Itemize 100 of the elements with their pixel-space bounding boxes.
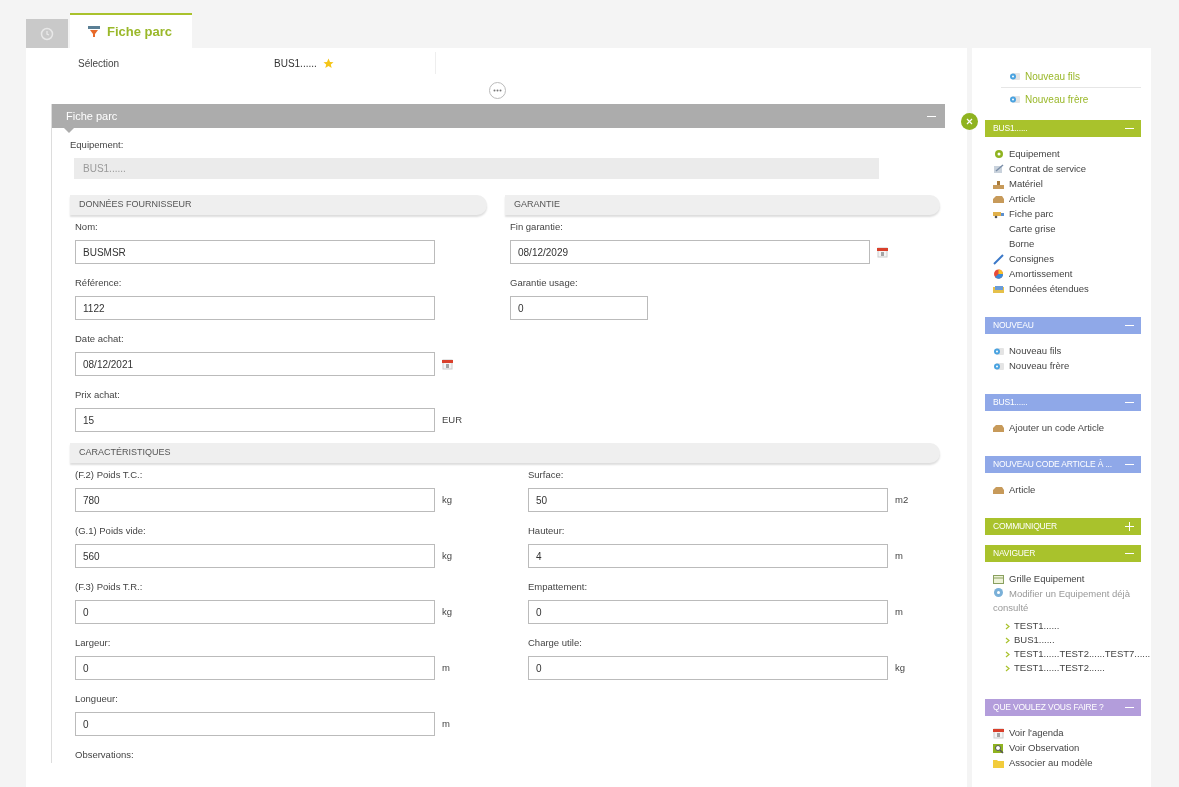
input-field[interactable]: 0: [75, 712, 435, 736]
field-label: Garantie usage:: [510, 275, 579, 290]
section-title: BUS1......: [993, 396, 1028, 409]
field-label: Référence:: [75, 275, 123, 290]
input-field[interactable]: 4: [528, 544, 888, 568]
unit-label: EUR: [442, 412, 463, 427]
field-label: Equipement:: [70, 137, 125, 152]
field-label: Prix achat:: [75, 387, 121, 402]
briefcase-icon: [993, 423, 1004, 434]
funnel-icon: [87, 24, 101, 39]
field-label: Nom:: [75, 219, 99, 234]
section-header: GARANTIE: [505, 195, 940, 215]
sidebar-item[interactable]: Nouveau frère: [993, 359, 1070, 374]
field-label: Hauteur:: [528, 523, 566, 538]
input-field[interactable]: 780: [75, 488, 435, 512]
node-icon: [1009, 93, 1020, 105]
unit-label: m2: [895, 492, 909, 507]
unit-label: m: [442, 716, 450, 731]
field-label: Charge utile:: [528, 635, 583, 650]
equipment-field: BUS1......: [74, 158, 879, 179]
input-field[interactable]: 08/12/2021: [75, 352, 435, 376]
selection-label: Sélection: [78, 56, 121, 71]
input-field[interactable]: 15: [75, 408, 435, 432]
section-header: CARACTÉRISTIQUES: [70, 443, 940, 463]
sidebar-item[interactable]: Carte grise: [993, 222, 1056, 237]
sidebar-item[interactable]: Article: [993, 483, 1036, 498]
sidebar-item[interactable]: Voir l'agenda: [993, 726, 1064, 741]
pie-chart-icon: [993, 269, 1004, 280]
close-button[interactable]: [961, 113, 978, 130]
section-title: QUE VOULEZ VOUS FAIRE ?: [993, 701, 1104, 714]
unit-label: m: [895, 548, 903, 563]
input-field[interactable]: 0: [75, 600, 435, 624]
node-icon: [993, 361, 1004, 372]
sidebar-item[interactable]: Consignes: [993, 252, 1054, 267]
field-label: Surface:: [528, 467, 565, 482]
sidebar-item[interactable]: Nouveau fils: [993, 344, 1062, 359]
sidebar-item[interactable]: Ajouter un code Article: [993, 421, 1105, 436]
field-label: (F.2) Poids T.C.:: [75, 467, 144, 482]
field-label: Fin garantie:: [510, 219, 564, 234]
section-title: NOUVEAU CODE ARTICLE À ...: [993, 458, 1112, 471]
sidebar-item[interactable]: Voir Observation: [993, 741, 1080, 756]
field-label: Date achat:: [75, 331, 125, 346]
input-field[interactable]: 1122: [75, 296, 435, 320]
input-field[interactable]: 0: [528, 600, 888, 624]
input-field[interactable]: 0: [528, 656, 888, 680]
section-title: NAVIGUER: [993, 547, 1036, 560]
node-icon: [1009, 71, 1020, 82]
sidebar-item[interactable]: Données étendues: [993, 282, 1089, 297]
field-label: (F.3) Poids T.R.:: [75, 579, 144, 594]
disc-icon: [993, 587, 1004, 598]
input-field[interactable]: 08/12/2029: [510, 240, 870, 264]
document-icon: [993, 164, 1004, 175]
folder-icon: [993, 284, 1004, 295]
history-tab[interactable]: [26, 19, 68, 48]
sidebar-item[interactable]: Fiche parc: [993, 207, 1054, 222]
unit-label: m: [442, 660, 450, 675]
panel-title: Fiche parc: [66, 108, 118, 124]
section-title: COMMUNIQUER: [993, 520, 1057, 533]
unit-label: kg: [442, 604, 453, 619]
unit-label: kg: [442, 492, 453, 507]
pen-icon: [993, 254, 1004, 265]
field-label: Largeur:: [75, 635, 112, 650]
close-icon: [966, 118, 973, 125]
briefcase-icon: [993, 194, 1004, 205]
field-label: Empattement:: [528, 579, 589, 594]
section-title: NOUVEAU: [993, 319, 1034, 332]
field-label: Longueur:: [75, 691, 119, 706]
folder-icon: [993, 758, 1004, 769]
section-header: DONNÉES FOURNISSEUR: [70, 195, 487, 215]
input-field[interactable]: 50: [528, 488, 888, 512]
briefcase-icon: [993, 485, 1004, 496]
ellipsis-icon: [493, 89, 502, 92]
unit-label: m: [895, 604, 903, 619]
sidebar-item[interactable]: Equipement: [993, 147, 1060, 162]
magnifier-icon: [993, 743, 1004, 754]
selection-value: BUS1......: [274, 56, 317, 71]
grid-icon: [993, 574, 1004, 585]
sidebar-item[interactable]: Amortissement: [993, 267, 1073, 282]
boxes-icon: [993, 179, 1004, 190]
sidebar-item[interactable]: Matériel: [993, 177, 1043, 192]
unit-label: kg: [895, 660, 906, 675]
input-field[interactable]: 0: [75, 656, 435, 680]
input-field[interactable]: BUSMSR: [75, 240, 435, 264]
more-button[interactable]: [489, 82, 506, 99]
field-label: Observations:: [75, 747, 135, 762]
sidebar-item[interactable]: Associer au modèle: [993, 756, 1093, 771]
input-field[interactable]: 0: [510, 296, 648, 320]
gear-icon: [993, 149, 1004, 160]
calendar-icon: [993, 728, 1004, 739]
input-field[interactable]: 560: [75, 544, 435, 568]
plus-icon: [1124, 521, 1135, 532]
sidebar-item[interactable]: Article: [993, 192, 1036, 207]
sidebar-item[interactable]: Grille Equipement: [993, 572, 1085, 587]
sidebar-item[interactable]: Borne: [993, 237, 1035, 252]
history-icon: [40, 26, 54, 41]
expand-button[interactable]: [1124, 521, 1135, 532]
sidebar-item[interactable]: Contrat de service: [993, 162, 1087, 177]
truck-icon: [993, 209, 1004, 220]
node-icon: [993, 346, 1004, 357]
section-title: BUS1......: [993, 122, 1028, 135]
